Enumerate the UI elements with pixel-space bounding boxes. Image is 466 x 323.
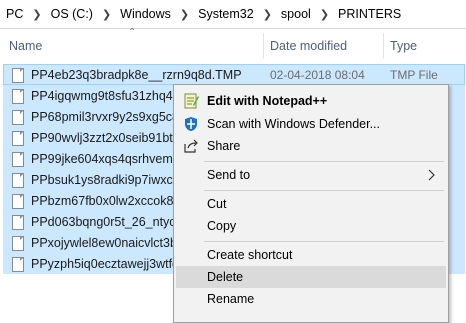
file-name: PPbsuk1ys8radki9p7iwxcor [31,173,184,187]
share-icon [184,139,198,153]
notepad-plus-plus-icon [184,93,199,109]
menu-item-copy[interactable]: Copy [176,215,446,237]
explorer-window: PC ❯ OS (C:) ❯ Windows ❯ System32 ❯ spoo… [0,0,466,323]
menu-item-cut[interactable]: Cut [176,193,446,215]
breadcrumb-item-system32[interactable]: System32 [196,7,256,21]
column-header-date-modified[interactable]: Date modified [270,29,347,63]
sort-ascending-icon: ⌃ [128,27,137,38]
breadcrumb-chevron-icon[interactable]: ❯ [95,8,118,21]
file-icon [12,68,24,83]
menu-item-label: Create shortcut [207,248,293,262]
file-row[interactable]: PP4eb23q3bradpk8e__rzrn9q8d.TMP 02-04-20… [3,64,465,85]
menu-item-create-shortcut[interactable]: Create shortcut [176,244,446,266]
breadcrumb-item-windows[interactable]: Windows [118,7,173,21]
menu-separator [204,190,444,191]
column-divider[interactable] [263,33,264,59]
menu-separator [204,161,444,162]
menu-item-scan-defender[interactable]: Scan with Windows Defender... [176,113,446,135]
context-menu: Edit with Notepad++ Scan with Windows De… [173,84,449,323]
file-icon [12,173,24,188]
file-name: PP99jke604xqs4qsrhvem0w [31,152,189,166]
breadcrumb-item-spool[interactable]: spool [279,7,313,21]
file-name: PP90wvlj3zzt2x0seib91btlm [31,131,186,145]
menu-item-label: Share [207,139,241,153]
file-icon [12,236,24,251]
breadcrumb-chevron-icon[interactable]: ❯ [313,8,336,21]
windows-defender-icon [185,117,197,131]
file-icon [12,110,24,125]
file-icon [12,152,24,167]
file-name: PP68pmil3rvxr9y2s9xg5c8t0 [31,110,190,124]
breadcrumb-chevron-icon[interactable]: ❯ [256,8,279,21]
chevron-right-icon [428,169,435,181]
menu-item-label: Cut [207,197,227,211]
menu-item-rename[interactable]: Rename [176,288,446,310]
file-name: PPyzph5iq0ecztawejj3wtfdv [31,257,186,271]
file-icon [12,194,24,209]
menu-separator [204,241,444,242]
file-type: TMP File [390,68,438,82]
menu-item-label: Scan with Windows Defender... [207,117,380,131]
menu-item-send-to[interactable]: Send to [176,164,446,186]
file-name: PPbzm67fb0x0lw2xccok8fd [31,194,184,208]
breadcrumb-item-pc[interactable]: PC [4,7,25,21]
breadcrumb[interactable]: PC ❯ OS (C:) ❯ Windows ❯ System32 ❯ spoo… [0,0,466,29]
menu-item-label: Delete [207,270,244,284]
file-name: PP4eb23q3bradpk8e__rzrn9q8d.TMP [31,68,242,82]
column-divider[interactable] [383,33,384,59]
menu-item-label: Send to [207,168,251,182]
file-date-modified: 02-04-2018 08:04 [270,68,365,82]
column-header-name[interactable]: Name [9,29,42,63]
file-name: PP4igqwmg9t8sfu31zhq4lg [31,89,183,103]
file-icon [12,89,24,104]
breadcrumb-item-drive[interactable]: OS (C:) [49,7,95,21]
menu-item-edit-notepad[interactable]: Edit with Notepad++ [176,90,446,112]
menu-item-label: Rename [207,292,255,306]
menu-item-label: Edit with Notepad++ [207,94,328,108]
breadcrumb-chevron-icon[interactable]: ❯ [25,8,48,21]
breadcrumb-item-printers[interactable]: PRINTERS [336,7,403,21]
file-icon [12,215,24,230]
menu-item-label: Copy [207,219,237,233]
column-headers: ⌃ Name Date modified Type [0,27,466,63]
column-header-type[interactable]: Type [390,29,417,63]
menu-item-delete[interactable]: Delete [176,266,446,288]
menu-item-share[interactable]: Share [176,135,446,157]
file-icon [12,257,24,272]
file-name: PPd063bqng0r5t_26_ntyc78 [31,215,190,229]
file-name: PPxojywlel8ew0naicvlct3bb [31,236,184,250]
file-icon [12,131,24,146]
breadcrumb-chevron-icon[interactable]: ❯ [173,8,196,21]
